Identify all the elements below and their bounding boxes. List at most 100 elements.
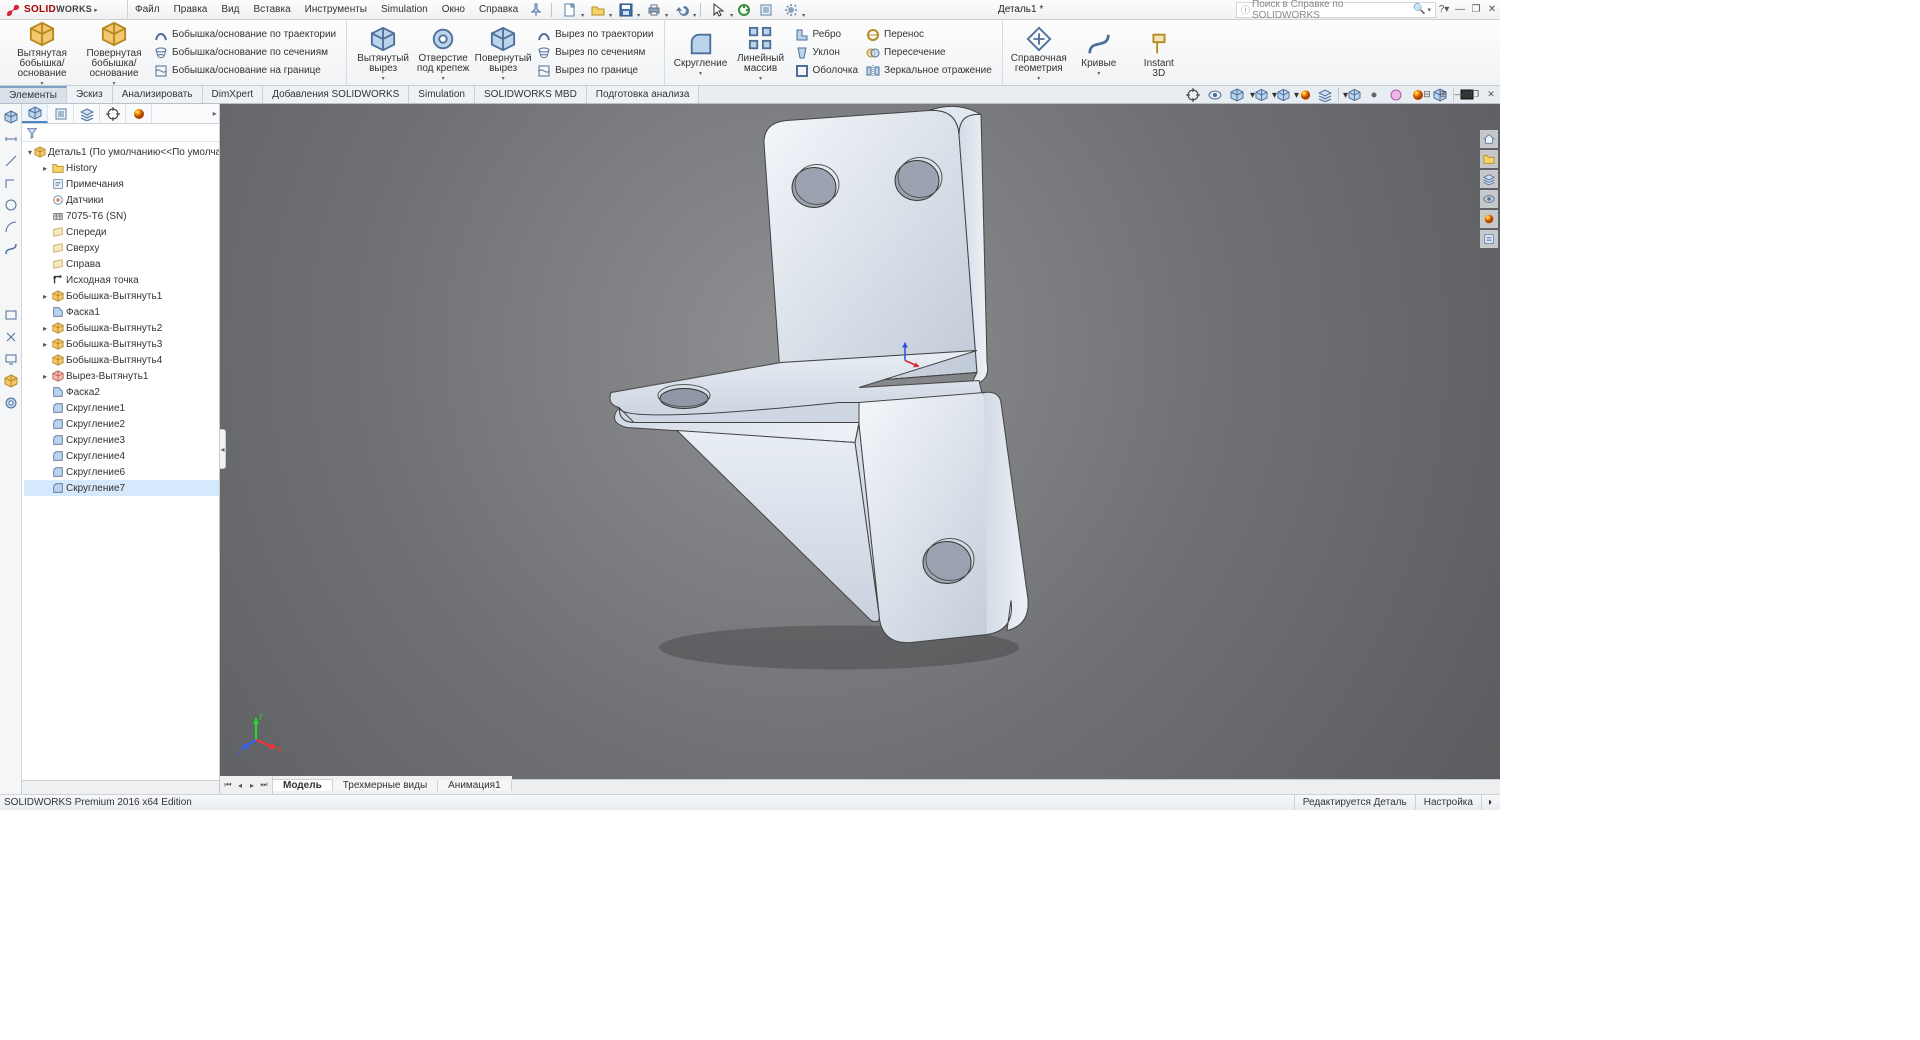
tree-item-10[interactable]: ▸Бобышка-Вытянуть2 xyxy=(24,320,219,336)
menu-окно[interactable]: Окно xyxy=(435,4,472,15)
tree-item-12[interactable]: Бобышка-Вытянуть4 xyxy=(24,352,219,368)
lt-hole-icon[interactable] xyxy=(2,394,20,412)
options-button[interactable] xyxy=(755,1,777,19)
tree-item-7[interactable]: Исходная точка xyxy=(24,272,219,288)
menu-simulation[interactable]: Simulation xyxy=(374,4,435,15)
tp-view-icon[interactable] xyxy=(1480,190,1498,208)
tree-item-9[interactable]: Фаска1 xyxy=(24,304,219,320)
menu-инструменты[interactable]: Инструменты xyxy=(298,4,374,15)
hud-view-icon[interactable] xyxy=(1206,86,1224,104)
tree-item-14[interactable]: Фаска2 xyxy=(24,384,219,400)
fm-tab-tree[interactable] xyxy=(22,104,48,123)
ftab-3[interactable]: DimXpert xyxy=(203,86,264,103)
hud-item1-icon[interactable]: ▾ xyxy=(1343,86,1361,104)
lt-corner-icon[interactable] xyxy=(2,174,20,192)
select-button[interactable] xyxy=(705,1,733,19)
menu-правка[interactable]: Правка xyxy=(167,4,215,15)
rebuild-button[interactable] xyxy=(733,1,755,19)
tp-explorer-icon[interactable] xyxy=(1480,170,1498,188)
open-button[interactable] xyxy=(584,1,612,19)
boundary-boss-button[interactable]: Бобышка/основание на границе xyxy=(154,63,336,79)
lt-arc-icon[interactable] xyxy=(2,218,20,236)
child-collapse-icon[interactable]: ⊟ xyxy=(1420,87,1434,101)
hud-appear-icon[interactable] xyxy=(1387,86,1405,104)
maximize-button[interactable]: ❐ xyxy=(1468,2,1484,18)
menu-справка[interactable]: Справка xyxy=(472,4,525,15)
tree-item-8[interactable]: ▸Бобышка-Вытянуть1 xyxy=(24,288,219,304)
tree-item-2[interactable]: Датчики xyxy=(24,192,219,208)
tree-item-13[interactable]: ▸Вырез-Вытянуть1 xyxy=(24,368,219,384)
hud-item2-icon[interactable] xyxy=(1365,86,1383,104)
lt-spline-icon[interactable] xyxy=(2,240,20,258)
ftab-5[interactable]: Simulation xyxy=(409,86,475,103)
child-close-icon[interactable]: ✕ xyxy=(1484,87,1498,101)
new-button[interactable] xyxy=(556,1,584,19)
fm-tab-config[interactable] xyxy=(74,104,100,123)
ref-geometry-button[interactable]: Справочная геометрия▾ xyxy=(1009,22,1069,84)
hud-orient-icon[interactable]: ▾ xyxy=(1250,86,1268,104)
fm-filter-bar[interactable] xyxy=(22,124,219,142)
lt-extrude-icon[interactable] xyxy=(2,372,20,390)
intersect-button[interactable]: Пересечение xyxy=(866,45,992,61)
boundary-cut-button[interactable]: Вырез по границе xyxy=(537,63,653,79)
fm-hscroll[interactable] xyxy=(22,780,219,794)
draft-button[interactable]: Уклон xyxy=(795,45,859,61)
help-search-input[interactable]: ⓘ Поиск в Справке по SOLIDWORKS 🔍▾ xyxy=(1236,2,1436,18)
menu-файл[interactable]: Файл xyxy=(128,4,167,15)
btab-2[interactable]: Анимация1 xyxy=(438,780,512,791)
ftab-6[interactable]: SOLIDWORKS MBD xyxy=(475,86,587,103)
wrap-button[interactable]: Перенос xyxy=(866,27,992,43)
hud-display-icon[interactable]: ▾ xyxy=(1272,86,1290,104)
lt-display-icon[interactable] xyxy=(2,350,20,368)
tree-item-15[interactable]: Скругление1 xyxy=(24,400,219,416)
status-flag-icon[interactable]: ◑ xyxy=(1481,795,1496,810)
tp-library-icon[interactable] xyxy=(1480,150,1498,168)
tp-appearance-icon[interactable] xyxy=(1480,210,1498,228)
tree-item-0[interactable]: ▸History xyxy=(24,160,219,176)
tree-item-1[interactable]: Примечания xyxy=(24,176,219,192)
tree-item-11[interactable]: ▸Бобышка-Вытянуть3 xyxy=(24,336,219,352)
tp-home-icon[interactable] xyxy=(1480,130,1498,148)
tree-item-6[interactable]: Справа xyxy=(24,256,219,272)
loft-cut-button[interactable]: Вырез по сечениям xyxy=(537,45,653,61)
fillet-button[interactable]: Скругление▾ xyxy=(671,27,731,79)
fm-tab-more[interactable]: ▸ xyxy=(152,104,219,123)
tree-item-5[interactable]: Сверху xyxy=(24,240,219,256)
btab-nav[interactable]: ⏮◂▸⏭ xyxy=(220,776,273,794)
pin-icon[interactable] xyxy=(525,1,547,19)
shell-button[interactable]: Оболочка xyxy=(795,63,859,79)
tree-item-16[interactable]: Скругление2 xyxy=(24,416,219,432)
status-setting[interactable]: Настройка xyxy=(1415,795,1481,810)
lt-circle-icon[interactable] xyxy=(2,196,20,214)
feature-tree[interactable]: ▾Деталь1 (По умолчанию<<По умолчан ▸Hist… xyxy=(22,142,219,780)
tree-item-18[interactable]: Скругление4 xyxy=(24,448,219,464)
help-button[interactable]: ?▾ xyxy=(1436,2,1452,18)
graphics-viewport[interactable]: ◂ xyxy=(220,104,1500,794)
hud-zoom-icon[interactable] xyxy=(1184,86,1202,104)
tree-item-3[interactable]: 7075-T6 (SN) xyxy=(24,208,219,224)
app-menu-dropdown-icon[interactable]: ▸ xyxy=(92,6,100,14)
panel-collapse-handle[interactable]: ◂ xyxy=(219,429,226,469)
curves-button[interactable]: Кривые▾ xyxy=(1069,27,1129,79)
ftab-4[interactable]: Добавления SOLIDWORKS xyxy=(263,86,409,103)
rib-button[interactable]: Ребро xyxy=(795,27,859,43)
save-button[interactable] xyxy=(612,1,640,19)
extrude-boss-button[interactable]: Вытянутая бобышка/основание▾ xyxy=(6,17,78,89)
btab-1[interactable]: Трехмерные виды xyxy=(333,780,438,791)
lt-rect-icon[interactable] xyxy=(2,306,20,324)
print-button[interactable] xyxy=(640,1,668,19)
lt-dim-icon[interactable] xyxy=(2,130,20,148)
revolve-cut-button[interactable]: Повернутый вырез▾ xyxy=(473,22,533,84)
lt-assembly-icon[interactable] xyxy=(2,108,20,126)
fm-tab-dimxpert[interactable] xyxy=(100,104,126,123)
extrude-cut-button[interactable]: Вытянутый вырез▾ xyxy=(353,22,413,84)
loft-boss-button[interactable]: Бобышка/основание по сечениям xyxy=(154,45,336,61)
child-tile-icon[interactable]: ⊞ xyxy=(1436,87,1450,101)
tp-property-icon[interactable] xyxy=(1480,230,1498,248)
tree-root[interactable]: ▾Деталь1 (По умолчанию<<По умолчан xyxy=(24,144,219,160)
lt-trim-icon[interactable] xyxy=(2,328,20,346)
sweep-cut-button[interactable]: Вырез по траектории xyxy=(537,27,653,43)
tree-item-20[interactable]: Скругление7 xyxy=(24,480,219,496)
ftab-2[interactable]: Анализировать xyxy=(113,86,203,103)
sweep-boss-button[interactable]: Бобышка/основание по траектории xyxy=(154,27,336,43)
